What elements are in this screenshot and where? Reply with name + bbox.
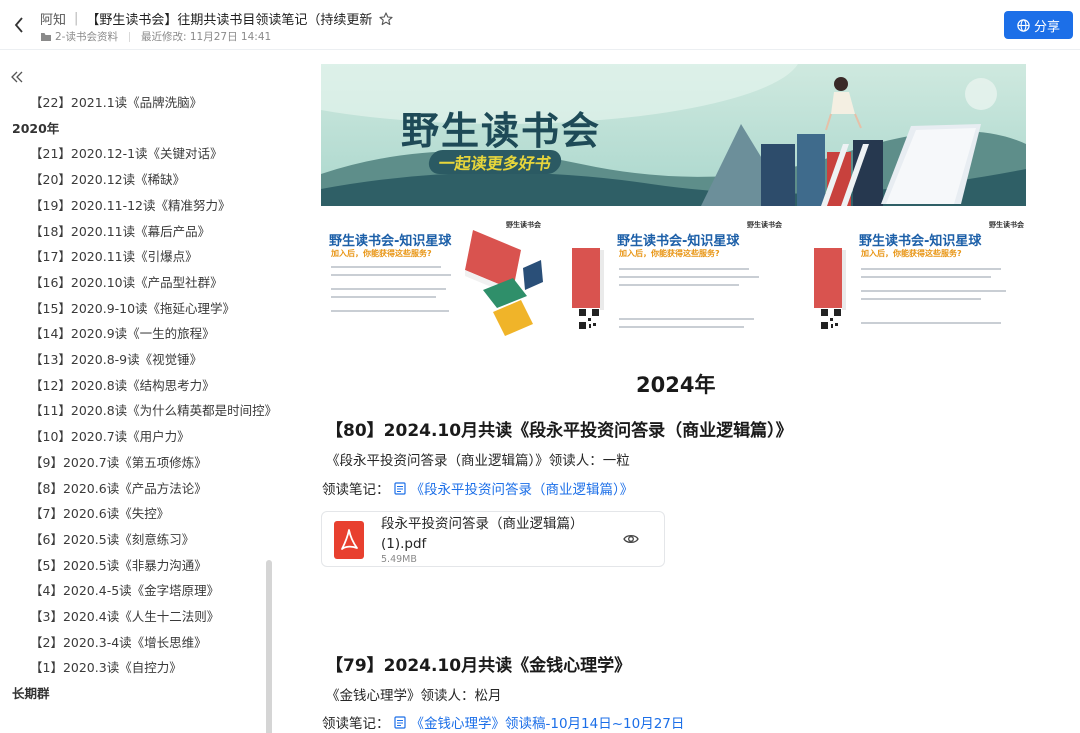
toc-item[interactable]: 【15】2020.9-10读《拖延心理学》 bbox=[30, 301, 235, 317]
toc-item[interactable]: 【3】2020.4读《人生十二法则》 bbox=[30, 609, 219, 625]
promo-card-subtitle: 加入后，你能获得这些服务? bbox=[331, 249, 432, 258]
toc-item[interactable]: 【6】2020.5读《刻意练习》 bbox=[30, 532, 194, 548]
toc-item[interactable]: 【18】2020.11读《幕后产品》 bbox=[30, 224, 210, 240]
book-illustration bbox=[814, 248, 846, 310]
file-name: 段永平投资问答录（商业逻辑篇）(1).pdf bbox=[381, 516, 584, 552]
text-line bbox=[619, 326, 744, 328]
text-line bbox=[861, 268, 1001, 270]
promo-card: 野生读书会-知识星球 加入后，你能获得这些服务? 野生读书会 bbox=[321, 218, 543, 344]
toc-item[interactable]: 【20】2020.12读《稀缺》 bbox=[30, 172, 185, 188]
entry-leader: 《段永平投资问答录（商业逻辑篇）》领读人：一粒 bbox=[326, 453, 630, 469]
toc-item[interactable]: 【14】2020.9读《一生的旅程》 bbox=[30, 326, 215, 342]
promo-card-title: 野生读书会-知识星球 bbox=[329, 234, 452, 249]
text-line bbox=[331, 274, 451, 276]
top-bar: 阿知 | 【野生读书会】往期共读书目领读笔记（持续更新 2-读书会资料 最近修改… bbox=[0, 0, 1080, 50]
book-illustration bbox=[572, 248, 604, 310]
promo-card: 野生读书会-知识星球 加入后，你能获得这些服务? 野生读书会 bbox=[562, 218, 784, 344]
globe-icon bbox=[1017, 18, 1030, 32]
toc-item[interactable]: 【19】2020.11-12读《精准努力》 bbox=[30, 198, 231, 214]
toc-item[interactable]: 【13】2020.8-9读《视觉锤》 bbox=[30, 352, 202, 368]
entry-notes: 领读笔记： 《段永平投资问答录（商业逻辑篇）》 bbox=[322, 478, 633, 498]
text-line bbox=[619, 284, 739, 286]
toc-item[interactable]: 【5】2020.5读《非暴力沟通》 bbox=[30, 558, 207, 574]
text-line bbox=[861, 322, 1001, 324]
brand-mark: 野生读书会 bbox=[989, 221, 1024, 229]
toc-item[interactable]: 【9】2020.7读《第五项修炼》 bbox=[30, 455, 207, 471]
back-arrow-icon[interactable] bbox=[9, 14, 29, 36]
toc-item[interactable]: 【12】2020.8读《结构思考力》 bbox=[30, 378, 215, 394]
file-size: 5.49MB bbox=[381, 554, 417, 565]
notes-label: 领读笔记： bbox=[322, 482, 390, 498]
star-icon[interactable] bbox=[379, 11, 393, 26]
folder-link[interactable]: 2-读书会资料 bbox=[55, 29, 118, 44]
breadcrumb-separator: | bbox=[74, 11, 79, 26]
toc-item[interactable]: 【10】2020.7读《用户力》 bbox=[30, 429, 190, 445]
text-line bbox=[861, 298, 981, 300]
banner-subtitle: 一起读更多好书 bbox=[427, 150, 563, 174]
meta-divider bbox=[128, 31, 130, 42]
text-line bbox=[331, 266, 441, 268]
promo-card-title: 野生读书会-知识星球 bbox=[617, 234, 740, 249]
text-line bbox=[331, 310, 449, 312]
toc-item[interactable]: 【16】2020.10读《产品型社群》 bbox=[30, 275, 223, 291]
toc-item[interactable]: 【7】2020.6读《失控》 bbox=[30, 506, 169, 522]
document-body: 野生读书会 一起读更多好书 野生读书会-知识星球 加入后，你能获得这些服务? 野… bbox=[276, 51, 1080, 733]
text-line bbox=[331, 296, 436, 298]
text-line bbox=[619, 268, 749, 270]
pdf-file-icon bbox=[334, 521, 364, 559]
toc-item[interactable]: 【22】2021.1读《品牌洗脑》 bbox=[30, 95, 202, 111]
share-button[interactable]: 分享 bbox=[1004, 11, 1073, 39]
entry-title: 【80】2024.10月共读《段永平投资问答录（商业逻辑篇）》 bbox=[326, 421, 793, 441]
promo-card-subtitle: 加入后，你能获得这些服务? bbox=[619, 249, 720, 258]
text-line bbox=[861, 290, 1006, 292]
promo-card: 野生读书会-知识星球 加入后，你能获得这些服务? 野生读书会 bbox=[804, 218, 1026, 344]
text-line bbox=[619, 318, 754, 320]
toc-section-heading[interactable]: 2020年 bbox=[12, 121, 59, 137]
page-title: 【野生读书会】往期共读书目领读笔记（持续更新 bbox=[86, 13, 373, 28]
toc-section-heading[interactable]: 长期群 bbox=[12, 686, 50, 702]
toc-item[interactable]: 【2】2020.3-4读《增长思维》 bbox=[30, 635, 207, 651]
last-modified: 最近修改: 11月27日 14:41 bbox=[140, 31, 272, 43]
notes-label: 领读笔记： bbox=[322, 716, 390, 732]
document-icon bbox=[393, 481, 406, 495]
year-heading: 2024年 bbox=[636, 373, 716, 397]
brand-mark: 野生读书会 bbox=[506, 221, 541, 229]
promo-card-subtitle: 加入后，你能获得这些服务? bbox=[861, 249, 962, 258]
text-line bbox=[331, 288, 446, 290]
notes-link[interactable]: 《段永平投资问答录（商业逻辑篇）》 bbox=[411, 478, 634, 498]
preview-eye-icon[interactable] bbox=[623, 531, 639, 547]
toc-item[interactable]: 【4】2020.4-5读《金字塔原理》 bbox=[30, 583, 219, 599]
qr-code-icon bbox=[820, 308, 842, 330]
folder-icon bbox=[41, 32, 51, 41]
toc-item[interactable]: 【17】2020.11读《引爆点》 bbox=[30, 249, 198, 265]
sidebar-scrollbar[interactable] bbox=[266, 560, 272, 733]
text-line bbox=[619, 276, 759, 278]
notes-link[interactable]: 《金钱心理学》领读稿-10月14日~10月27日 bbox=[411, 712, 685, 732]
entry-notes: 领读笔记： 《金钱心理学》领读稿-10月14日~10月27日 bbox=[322, 712, 684, 732]
document-icon bbox=[393, 715, 406, 729]
pdf-attachment[interactable]: 段永平投资问答录（商业逻辑篇）(1).pdf 5.49MB bbox=[321, 511, 665, 567]
breadcrumb: 阿知 | 【野生读书会】往期共读书目领读笔记（持续更新 bbox=[40, 9, 393, 28]
books-illustration bbox=[465, 230, 543, 336]
promo-cards: 野生读书会-知识星球 加入后，你能获得这些服务? 野生读书会 野生读书会-知识星… bbox=[321, 218, 1026, 344]
brand-mark: 野生读书会 bbox=[747, 221, 782, 229]
toc-sidebar: 【22】2021.1读《品牌洗脑》 2020年【21】2020.12-1读《关键对… bbox=[0, 51, 277, 733]
banner-title: 野生读书会 bbox=[401, 109, 602, 153]
doc-meta: 2-读书会资料 最近修改: 11月27日 14:41 bbox=[41, 29, 271, 44]
banner-image: 野生读书会 一起读更多好书 bbox=[321, 64, 1026, 206]
qr-code-icon bbox=[578, 308, 600, 330]
share-label: 分享 bbox=[1033, 19, 1060, 35]
promo-card-title: 野生读书会-知识星球 bbox=[859, 234, 982, 249]
toc-item[interactable]: 【1】2020.3读《自控力》 bbox=[30, 660, 182, 676]
collapse-sidebar-icon[interactable] bbox=[10, 70, 24, 84]
toc-item[interactable]: 【11】2020.8读《为什么精英都是时间控》 bbox=[30, 403, 277, 419]
text-line bbox=[861, 276, 991, 278]
toc-item[interactable]: 【21】2020.12-1读《关键对话》 bbox=[30, 146, 223, 162]
breadcrumb-app[interactable]: 阿知 bbox=[40, 9, 66, 28]
entry-title: 【79】2024.10月共读《金钱心理学》 bbox=[326, 656, 632, 676]
entry-leader: 《金钱心理学》领读人：松月 bbox=[326, 688, 502, 704]
toc-item[interactable]: 【8】2020.6读《产品方法论》 bbox=[30, 481, 207, 497]
